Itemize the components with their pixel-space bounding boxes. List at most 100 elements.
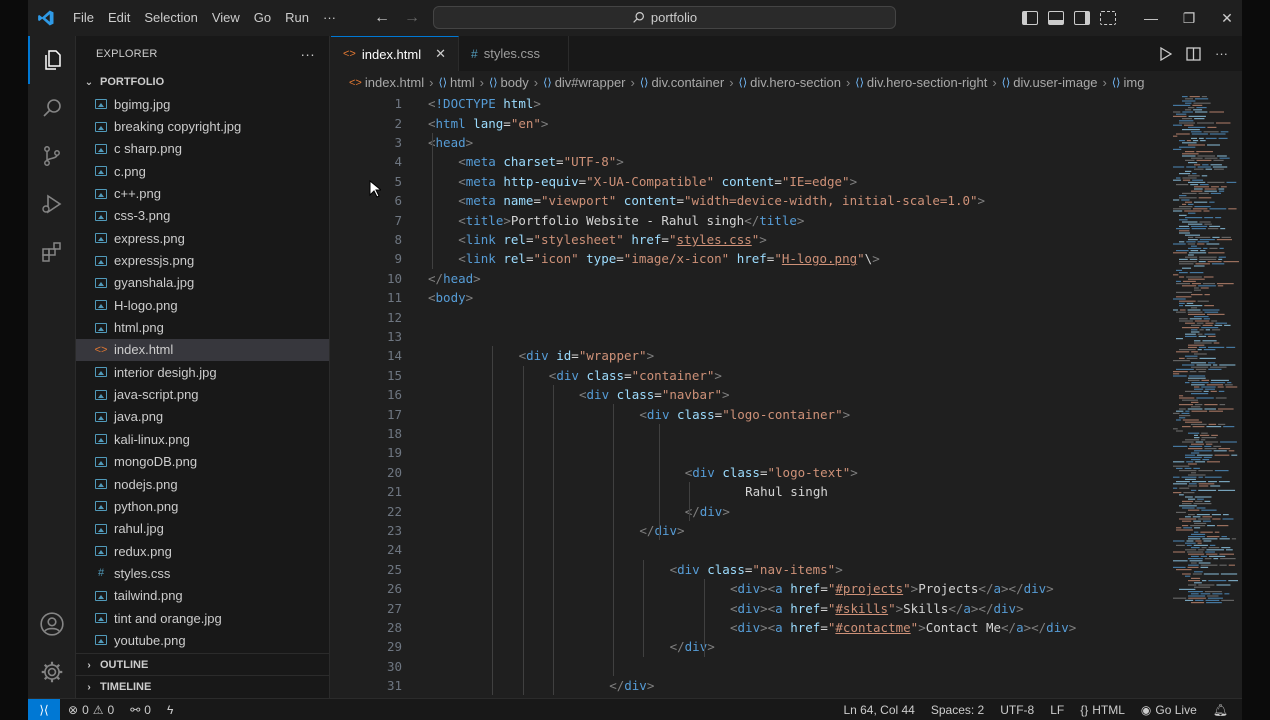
- explorer-more-button[interactable]: ···: [300, 46, 315, 62]
- encoding[interactable]: UTF-8: [992, 703, 1042, 717]
- outline-section[interactable]: › OUTLINE: [76, 653, 330, 676]
- file-item[interactable]: redux.png: [76, 540, 329, 562]
- cursor-position[interactable]: Ln 64, Col 44: [835, 703, 922, 717]
- breadcrumb-item[interactable]: body: [501, 75, 529, 90]
- file-item[interactable]: H-logo.png: [76, 294, 329, 316]
- file-item[interactable]: tint and orange.jpg: [76, 607, 329, 629]
- breadcrumb-item[interactable]: html: [450, 75, 475, 90]
- file-item[interactable]: <> index.html: [76, 338, 329, 362]
- minimap-line: [1194, 188, 1203, 190]
- ports-indicator[interactable]: ⚯ 0: [122, 703, 159, 717]
- menu-item[interactable]: Go: [247, 0, 278, 36]
- file-item[interactable]: html.png: [76, 316, 329, 338]
- customize-layout-icon[interactable]: [1100, 11, 1116, 25]
- run-icon[interactable]: [1160, 46, 1172, 61]
- back-arrow-icon[interactable]: ←: [374, 9, 390, 27]
- code-editor[interactable]: 1 <!DOCTYPE html> 2 <html lang="en"> 3 <head>…: [331, 94, 1169, 698]
- minimap-line: [1203, 456, 1212, 458]
- breadcrumb-item[interactable]: div#wrapper: [555, 75, 626, 90]
- search-activity[interactable]: [28, 84, 76, 132]
- timeline-section[interactable]: › TIMELINE: [76, 675, 330, 698]
- file-item[interactable]: rahul.jpg: [76, 518, 329, 540]
- lightning-indicator[interactable]: ϟ: [159, 703, 181, 717]
- file-item[interactable]: kali-linux.png: [76, 428, 329, 450]
- toggle-secondary-sidebar-icon[interactable]: [1074, 11, 1090, 25]
- breadcrumb-item[interactable]: img: [1123, 75, 1144, 90]
- file-item[interactable]: java.png: [76, 406, 329, 428]
- run-debug-activity[interactable]: [28, 180, 76, 228]
- line-ending[interactable]: LF: [1042, 703, 1072, 717]
- breadcrumb-item[interactable]: div.user-image: [1013, 75, 1097, 90]
- language-mode[interactable]: {} HTML: [1072, 703, 1133, 717]
- indentation[interactable]: Spaces: 2: [923, 703, 992, 717]
- minimap[interactable]: [1169, 94, 1242, 698]
- problems-indicator[interactable]: ⊗ 0 ⚠ 0: [60, 703, 122, 717]
- command-center[interactable]: portfolio: [433, 6, 896, 29]
- menu-item[interactable]: Edit: [101, 0, 137, 36]
- close-window-button[interactable]: ✕: [1208, 10, 1242, 27]
- file-item[interactable]: nodejs.png: [76, 473, 329, 495]
- breadcrumb-item[interactable]: div.container: [651, 75, 724, 90]
- minimap-line: [1188, 375, 1206, 377]
- minimap-line: [1210, 164, 1222, 166]
- minimap-line: [1188, 595, 1206, 597]
- minimap-line: [1215, 397, 1227, 399]
- minimap-line: [1188, 377, 1206, 379]
- file-name: python.png: [114, 498, 179, 514]
- restore-button[interactable]: ❐: [1170, 10, 1208, 27]
- toggle-panel-icon[interactable]: [1048, 11, 1064, 25]
- file-item[interactable]: python.png: [76, 495, 329, 517]
- remote-indicator[interactable]: ⟩⟨: [28, 698, 60, 720]
- manage-activity[interactable]: [28, 648, 76, 696]
- explorer-activity[interactable]: [28, 36, 76, 84]
- menu-item[interactable]: Selection: [137, 0, 204, 36]
- breadcrumb-item[interactable]: div.hero-section-right: [867, 75, 987, 90]
- menu-item[interactable]: Run: [278, 0, 316, 36]
- file-item[interactable]: breaking copyright.jpg: [76, 115, 329, 137]
- tab-styles-css[interactable]: # styles.css: [459, 36, 570, 71]
- file-item[interactable]: java-script.png: [76, 383, 329, 405]
- file-item[interactable]: expressjs.png: [76, 249, 329, 271]
- file-item[interactable]: gyanshala.jpg: [76, 272, 329, 294]
- minimap-line: [1191, 245, 1197, 247]
- minimap-line: [1194, 289, 1201, 291]
- file-item[interactable]: # styles.css: [76, 562, 329, 584]
- notifications-button[interactable]: 🔔︎: [1205, 703, 1236, 717]
- minimap-line: [1179, 309, 1186, 311]
- file-item[interactable]: bgimg.jpg: [76, 93, 329, 115]
- breadcrumb-item[interactable]: div.hero-section: [750, 75, 841, 90]
- file-item[interactable]: c sharp.png: [76, 138, 329, 160]
- file-item[interactable]: youtube.png: [76, 629, 329, 651]
- go-live-button[interactable]: ◉ Go Live: [1133, 703, 1205, 717]
- extensions-activity[interactable]: [28, 228, 76, 276]
- minimap-line: [1209, 225, 1221, 227]
- code-line: 15 <div class="container">: [331, 366, 1169, 385]
- minimap-line: [1182, 179, 1191, 181]
- line-number: 20: [386, 464, 402, 480]
- folder-header[interactable]: ⌄ PORTFOLIO: [76, 71, 329, 93]
- file-item[interactable]: css-3.png: [76, 205, 329, 227]
- menu-item[interactable]: File: [66, 0, 101, 36]
- forward-arrow-icon[interactable]: →: [404, 9, 420, 27]
- menu-item[interactable]: ···: [316, 0, 343, 36]
- file-item[interactable]: interior desigh.jpg: [76, 361, 329, 383]
- menu-item[interactable]: View: [205, 0, 247, 36]
- file-item[interactable]: c++.png: [76, 182, 329, 204]
- accounts-activity[interactable]: [28, 600, 76, 648]
- close-icon[interactable]: ✕: [435, 46, 446, 62]
- breadcrumb-item[interactable]: index.html: [365, 75, 424, 90]
- image-file-icon: [94, 120, 108, 134]
- minimap-line: [1203, 573, 1219, 575]
- more-actions-icon[interactable]: ···: [1215, 46, 1228, 61]
- file-item[interactable]: express.png: [76, 227, 329, 249]
- toggle-primary-sidebar-icon[interactable]: [1022, 11, 1038, 25]
- file-item[interactable]: c.png: [76, 160, 329, 182]
- tab-index-html[interactable]: <> index.html ✕: [331, 36, 460, 71]
- file-item[interactable]: tailwind.png: [76, 585, 329, 607]
- source-control-activity[interactable]: [28, 132, 76, 180]
- file-item[interactable]: mongoDB.png: [76, 451, 329, 473]
- minimap-line: [1176, 419, 1181, 421]
- minimap-line: [1200, 184, 1209, 186]
- split-editor-icon[interactable]: [1186, 46, 1201, 61]
- minimize-button[interactable]: —: [1132, 10, 1170, 26]
